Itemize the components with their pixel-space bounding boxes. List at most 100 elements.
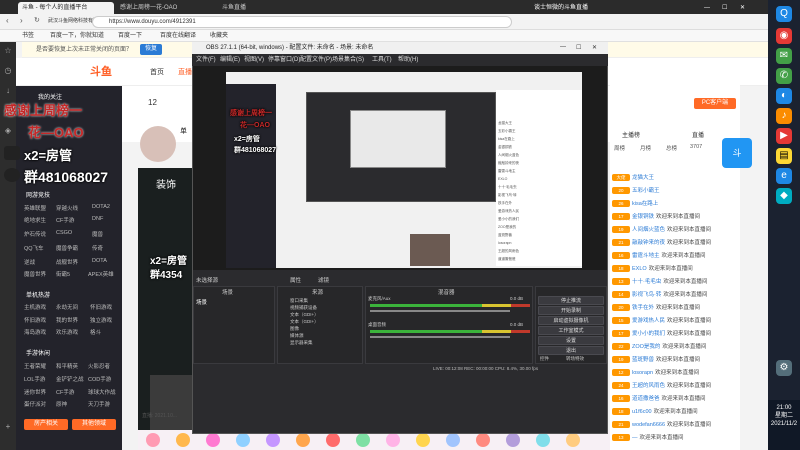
source-item[interactable]: 媒体源 — [290, 333, 304, 339]
exit-button[interactable]: 退出 — [538, 346, 604, 355]
category-item[interactable]: APEX英雄 — [88, 270, 114, 278]
category-item[interactable]: 欢乐游戏 — [56, 328, 78, 336]
gift-icon[interactable] — [266, 433, 280, 447]
menu-tools[interactable]: 工具(T) — [372, 54, 392, 66]
obs-minimize-icon[interactable]: — — [560, 44, 566, 50]
menu-help[interactable]: 帮助(H) — [398, 54, 418, 66]
tab-active[interactable]: 斗鱼 - 每个人的直播平台 — [18, 2, 114, 14]
app-cyan-icon[interactable]: ◆ — [776, 188, 792, 204]
category-item[interactable]: CSGO — [56, 230, 72, 236]
star-icon[interactable]: ☆ — [3, 46, 13, 56]
mic-volume-slider[interactable] — [370, 310, 510, 312]
app-promo-icon[interactable]: 斗 — [722, 138, 752, 168]
tab-2[interactable]: 感谢上周榜一花-OAO — [116, 2, 216, 14]
category-item[interactable]: 穿越火线 — [56, 204, 78, 212]
obs-close-icon[interactable]: ✕ — [592, 44, 597, 51]
category-item[interactable]: 炉石传说 — [24, 230, 46, 238]
category-item[interactable]: 海岛游戏 — [24, 328, 46, 336]
chat-username[interactable]: — — [632, 435, 638, 441]
rank-tab-month[interactable]: 月榜 — [640, 144, 651, 152]
maximize-icon[interactable]: ☐ — [718, 2, 731, 14]
app-red-icon[interactable]: ◉ — [776, 28, 792, 44]
settings-button[interactable]: 设置 — [538, 336, 604, 345]
game-icon[interactable]: ◈ — [3, 126, 13, 136]
category-item[interactable]: 和平精英 — [56, 362, 78, 370]
menu-scene-collection[interactable]: 场景集合(S) — [332, 54, 364, 66]
category-item[interactable]: COD手游 — [88, 375, 111, 383]
url-input[interactable]: https://www.douyu.com/4912391 — [92, 16, 512, 28]
menu-file[interactable]: 文件(F) — [196, 54, 216, 66]
restore-button[interactable]: 恢复 — [140, 44, 162, 55]
gift-icon[interactable] — [146, 433, 160, 447]
browser-icon[interactable]: ◐ — [776, 88, 792, 104]
category-item[interactable]: 火影忍者 — [88, 362, 110, 370]
category-item[interactable]: DNF — [92, 216, 103, 222]
category-item[interactable]: 球球大作战 — [88, 388, 116, 396]
category-item[interactable]: DOTA — [92, 258, 107, 264]
filters-button[interactable]: 滤镜 — [318, 276, 329, 284]
chat-username[interactable]: 道道撒爸爸 — [632, 396, 660, 402]
gift-icon[interactable] — [356, 433, 370, 447]
chat-username[interactable]: kisa在路上 — [632, 201, 658, 207]
chat-icon[interactable]: ✆ — [776, 68, 792, 84]
music-icon[interactable]: ♪ — [776, 108, 792, 124]
download-icon[interactable]: ↓ — [3, 86, 13, 96]
category-item[interactable]: 天刀手游 — [88, 400, 110, 408]
chat-username[interactable]: 龙猫大王 — [632, 175, 654, 181]
category-item[interactable]: CF手游 — [56, 216, 74, 224]
chat-username[interactable]: 铁手在外 — [632, 305, 654, 311]
chat-username[interactable]: u1f6c00 — [632, 409, 652, 415]
category-item[interactable]: LOL手游 — [24, 375, 45, 383]
desktop-volume-slider[interactable] — [370, 336, 510, 338]
obs-maximize-icon[interactable]: ☐ — [576, 44, 581, 51]
chat-username[interactable]: 十十·毛毛虫 — [632, 279, 661, 285]
chat-username[interactable]: ZOO是我的 — [632, 344, 660, 350]
controls-tab[interactable]: 控件 — [540, 356, 549, 362]
category-item[interactable]: 独立游戏 — [90, 316, 112, 324]
chat-username[interactable]: 蓝斑野兽 — [632, 357, 654, 363]
category-item[interactable]: 金铲铲之战 — [56, 375, 84, 383]
scene-item[interactable]: 场景 — [196, 298, 207, 306]
bookmark-item[interactable]: 百度一下，你就知道 — [50, 30, 104, 42]
category-item[interactable]: 蛋仔派对 — [24, 400, 46, 408]
category-item[interactable]: 街霸5 — [56, 270, 70, 278]
refresh-icon[interactable]: ↻ — [34, 16, 40, 24]
category-item[interactable]: 战舰世界 — [56, 258, 78, 266]
bookmark-item[interactable]: 百度一下 — [118, 30, 142, 42]
category-item[interactable]: 英雄联盟 — [24, 204, 46, 212]
rank-tab-total[interactable]: 总榜 — [666, 144, 677, 152]
gift-icon[interactable] — [416, 433, 430, 447]
virtual-camera-button[interactable]: 启动虚拟摄像机 — [538, 316, 604, 325]
menu-profile[interactable]: 配置文件(P) — [300, 54, 332, 66]
gift-icon[interactable] — [566, 433, 580, 447]
chat-username[interactable]: wodefan6666 — [632, 422, 665, 428]
category-item[interactable]: 魔兽争霸 — [56, 244, 78, 252]
category-item[interactable]: 怀旧游戏 — [24, 316, 46, 324]
chat-username[interactable]: 爱游戏热人民 — [632, 318, 665, 324]
other-button[interactable]: 其他领域 — [72, 419, 116, 430]
chat-username[interactable]: losorapn — [632, 370, 653, 376]
tab-live[interactable]: 直播 — [692, 130, 704, 139]
chat-username[interactable]: EXLO — [632, 266, 647, 272]
start-record-button[interactable]: 开始录制 — [538, 306, 604, 315]
category-item[interactable]: 永劫无间 — [56, 303, 78, 311]
gift-icon[interactable] — [236, 433, 250, 447]
bookmark-item[interactable]: 百度在线翻译 — [160, 30, 196, 42]
nav-live[interactable]: 直播 — [178, 67, 192, 77]
wechat-icon[interactable]: ✉ — [776, 48, 792, 64]
menu-edit[interactable]: 编辑(E) — [220, 54, 240, 66]
back-icon[interactable]: ‹ — [6, 16, 9, 25]
stop-stream-button[interactable]: 停止推流 — [538, 296, 604, 305]
transitions-tab[interactable]: 转场特效 — [566, 356, 584, 362]
category-item[interactable]: 我的世界 — [56, 316, 78, 324]
category-item[interactable]: 王者荣耀 — [24, 362, 46, 370]
category-item[interactable]: 逆战 — [24, 258, 35, 266]
category-item[interactable]: 原神 — [56, 400, 67, 408]
chat-username[interactable]: 人间烟火蓝色 — [632, 227, 665, 233]
category-item[interactable]: QQ飞车 — [24, 244, 44, 252]
add-icon[interactable]: + — [3, 422, 13, 432]
bookmark-item[interactable]: 书签 — [22, 30, 34, 42]
folder-icon[interactable]: ▤ — [776, 148, 792, 164]
qq-icon[interactable]: Q — [776, 6, 792, 22]
chat-username[interactable]: 爱小小的我们 — [632, 331, 665, 337]
